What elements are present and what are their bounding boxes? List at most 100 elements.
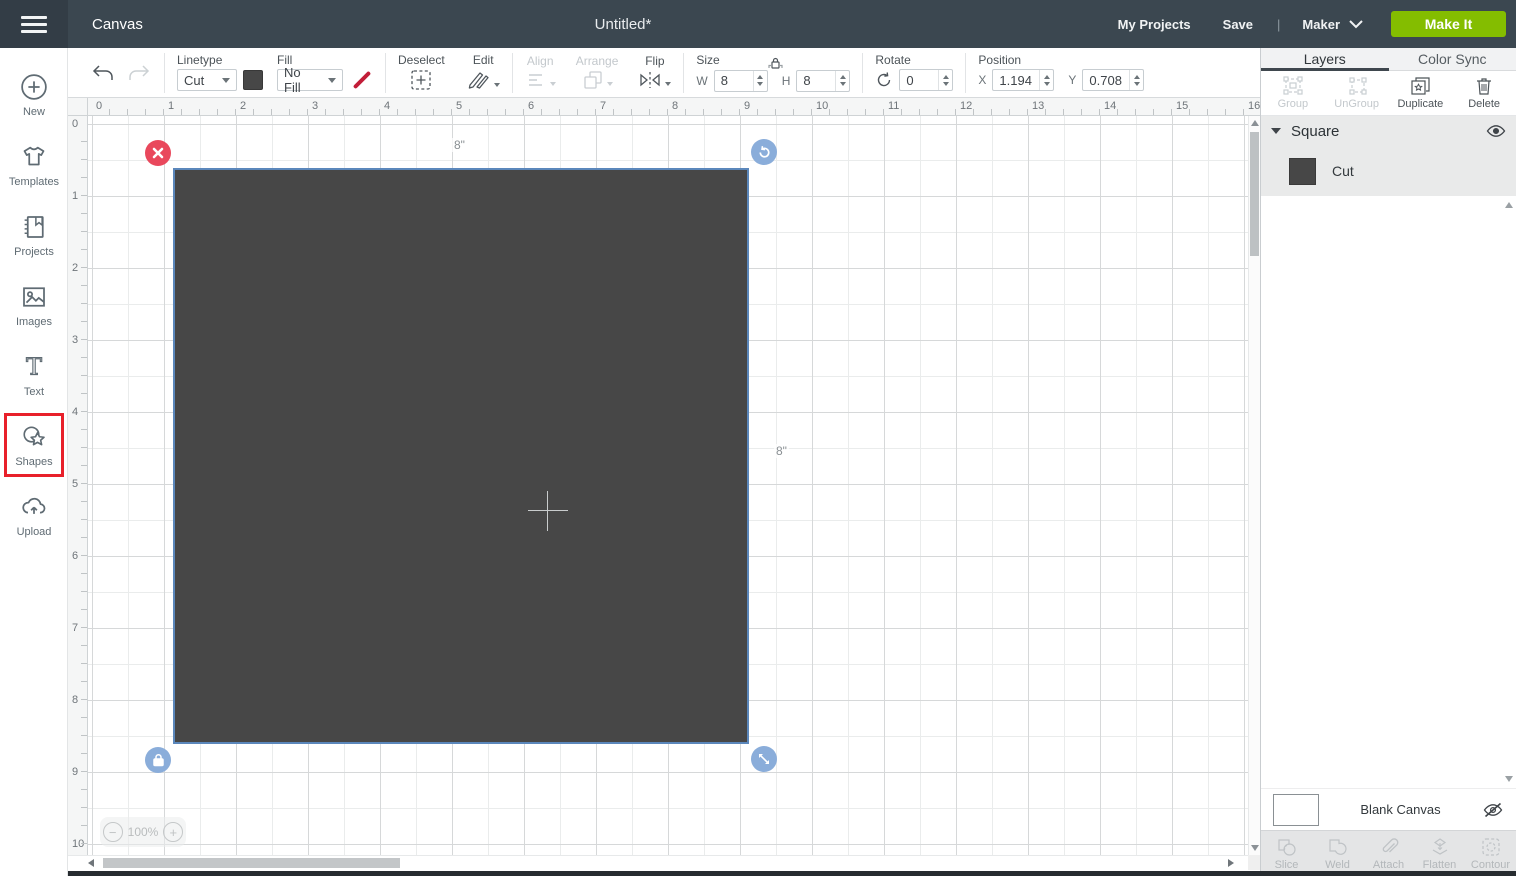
layer-group-header[interactable]: Square xyxy=(1261,116,1516,146)
weld-button-disabled: Weld xyxy=(1312,831,1363,876)
size-lock-icon[interactable] xyxy=(768,56,783,69)
deselect-button[interactable]: Deselect xyxy=(398,54,445,91)
caret-down-icon xyxy=(607,82,613,86)
scroll-left-arrow-icon[interactable] xyxy=(88,859,94,867)
delete-selection-handle[interactable] xyxy=(145,140,171,166)
tab-layers[interactable]: Layers xyxy=(1261,48,1389,70)
caret-down-icon xyxy=(494,83,500,87)
ruler-h-number: 15 xyxy=(1176,100,1188,112)
no-fill-slash-icon[interactable] xyxy=(349,69,373,91)
layer-group-square: Square Cut xyxy=(1261,116,1516,196)
sidebar-item-upload[interactable]: Upload xyxy=(0,480,68,550)
blank-canvas-row[interactable]: Blank Canvas xyxy=(1261,788,1516,830)
visibility-eye-icon[interactable] xyxy=(1486,124,1506,138)
canvas-horizontal-scrollbar[interactable] xyxy=(68,855,1248,870)
ruler-v-number: 10 xyxy=(72,838,84,850)
sidebar-item-projects[interactable]: Projects xyxy=(0,200,68,270)
ruler-v-number: 8 xyxy=(72,694,78,706)
bottom-edge-strip xyxy=(68,871,1516,876)
save-link[interactable]: Save xyxy=(1223,17,1253,32)
boolean-actions-bar: Slice Weld Attach Flatten xyxy=(1261,830,1516,876)
size-section: Size W 8 H 8 xyxy=(696,54,850,92)
ruler-v-number: 7 xyxy=(72,622,78,634)
y-position-stepper[interactable] xyxy=(1129,70,1143,90)
width-input[interactable]: 8 xyxy=(714,70,768,92)
machine-selector[interactable]: Maker xyxy=(1302,17,1363,32)
rotate-input[interactable]: 0 xyxy=(899,69,953,91)
ruler-h-number: 12 xyxy=(960,100,972,112)
redo-icon[interactable] xyxy=(126,62,152,84)
linetype-select[interactable]: Cut xyxy=(177,69,237,91)
sidebar-item-text[interactable]: T Text xyxy=(0,340,68,410)
layer-color-swatch[interactable] xyxy=(1289,158,1316,185)
ruler-h-number: 10 xyxy=(816,100,828,112)
slice-icon xyxy=(1276,837,1298,857)
edit-label: Edit xyxy=(473,54,494,66)
height-label: H xyxy=(782,74,791,88)
tab-color-sync[interactable]: Color Sync xyxy=(1389,48,1516,70)
x-position-value: 1.194 xyxy=(993,73,1039,88)
rotate-label: Rotate xyxy=(875,54,953,66)
x-position-input[interactable]: 1.194 xyxy=(992,69,1054,91)
flip-button[interactable]: Flip xyxy=(638,55,671,90)
canvas-object-square[interactable] xyxy=(173,168,749,744)
canvas-workspace[interactable]: 012345678910111213141516 012345678910 8"… xyxy=(68,98,1260,870)
arrange-icon xyxy=(582,70,604,90)
sidebar-item-templates[interactable]: Templates xyxy=(0,130,68,200)
horizontal-scroll-thumb[interactable] xyxy=(103,858,400,868)
canvas-grid[interactable]: 8" 8" xyxy=(88,116,1248,855)
text-letter-icon: T xyxy=(19,352,49,382)
make-it-button[interactable]: Make It xyxy=(1391,11,1506,37)
zoom-out-button[interactable]: − xyxy=(103,822,123,842)
document-title: Untitled* xyxy=(595,16,652,33)
duplicate-button[interactable]: Duplicate xyxy=(1389,71,1453,115)
scroll-up-arrow-icon[interactable] xyxy=(1251,120,1259,126)
ruler-corner xyxy=(68,98,88,116)
rotate-icon[interactable] xyxy=(875,71,893,89)
menu-icon[interactable] xyxy=(0,0,68,48)
images-photo-icon xyxy=(19,282,49,312)
ruler-vertical: 012345678910 xyxy=(68,116,88,870)
sidebar-item-shapes[interactable]: Shapes xyxy=(0,410,68,480)
resize-selection-handle[interactable] xyxy=(751,746,777,772)
topbar-right-nav: My Projects Save | Maker Make It xyxy=(1118,11,1506,37)
contour-label: Contour xyxy=(1471,859,1510,871)
ruler-v-number: 1 xyxy=(72,190,78,202)
height-stepper[interactable] xyxy=(835,71,849,91)
duplicate-label: Duplicate xyxy=(1397,98,1443,110)
linetype-color-swatch[interactable] xyxy=(243,70,263,90)
undo-icon[interactable] xyxy=(90,62,116,84)
center-crosshair-icon xyxy=(528,491,568,531)
ruler-horizontal: 012345678910111213141516 xyxy=(68,98,1260,116)
delete-button[interactable]: Delete xyxy=(1452,71,1516,115)
scroll-down-arrow-icon[interactable] xyxy=(1251,845,1259,851)
y-position-input[interactable]: 0.708 xyxy=(1082,69,1144,91)
lock-selection-handle[interactable] xyxy=(145,747,171,773)
collapse-triangle-icon[interactable] xyxy=(1271,128,1281,134)
fill-select[interactable]: No Fill xyxy=(277,69,343,91)
layer-row-cut[interactable]: Cut xyxy=(1261,146,1516,196)
rotate-selection-handle[interactable] xyxy=(751,139,777,165)
panel-tabs: Layers Color Sync xyxy=(1261,48,1516,71)
ruler-h-number: 7 xyxy=(600,100,606,112)
slice-label: Slice xyxy=(1275,859,1299,871)
panel-scroll-up-icon[interactable] xyxy=(1505,202,1513,208)
edit-button[interactable]: Edit xyxy=(467,54,500,91)
width-stepper[interactable] xyxy=(753,71,767,91)
zoom-in-button[interactable]: + xyxy=(163,822,183,842)
sidebar-item-images[interactable]: Images xyxy=(0,270,68,340)
flip-label: Flip xyxy=(645,55,664,67)
ruler-h-number: 13 xyxy=(1032,100,1044,112)
panel-scroll-down-icon[interactable] xyxy=(1505,776,1513,782)
layer-actions: Group UnGroup Duplicate Delete xyxy=(1261,71,1516,116)
rotate-stepper[interactable] xyxy=(938,70,952,90)
blank-canvas-swatch[interactable] xyxy=(1273,794,1319,826)
height-input[interactable]: 8 xyxy=(796,70,850,92)
my-projects-link[interactable]: My Projects xyxy=(1118,17,1191,32)
scroll-right-arrow-icon[interactable] xyxy=(1228,859,1234,867)
vertical-scroll-thumb[interactable] xyxy=(1250,132,1259,256)
x-position-stepper[interactable] xyxy=(1039,70,1053,90)
canvas-vertical-scrollbar[interactable] xyxy=(1248,116,1260,855)
visibility-off-eye-icon[interactable] xyxy=(1482,802,1504,818)
sidebar-item-new[interactable]: New xyxy=(0,60,68,130)
